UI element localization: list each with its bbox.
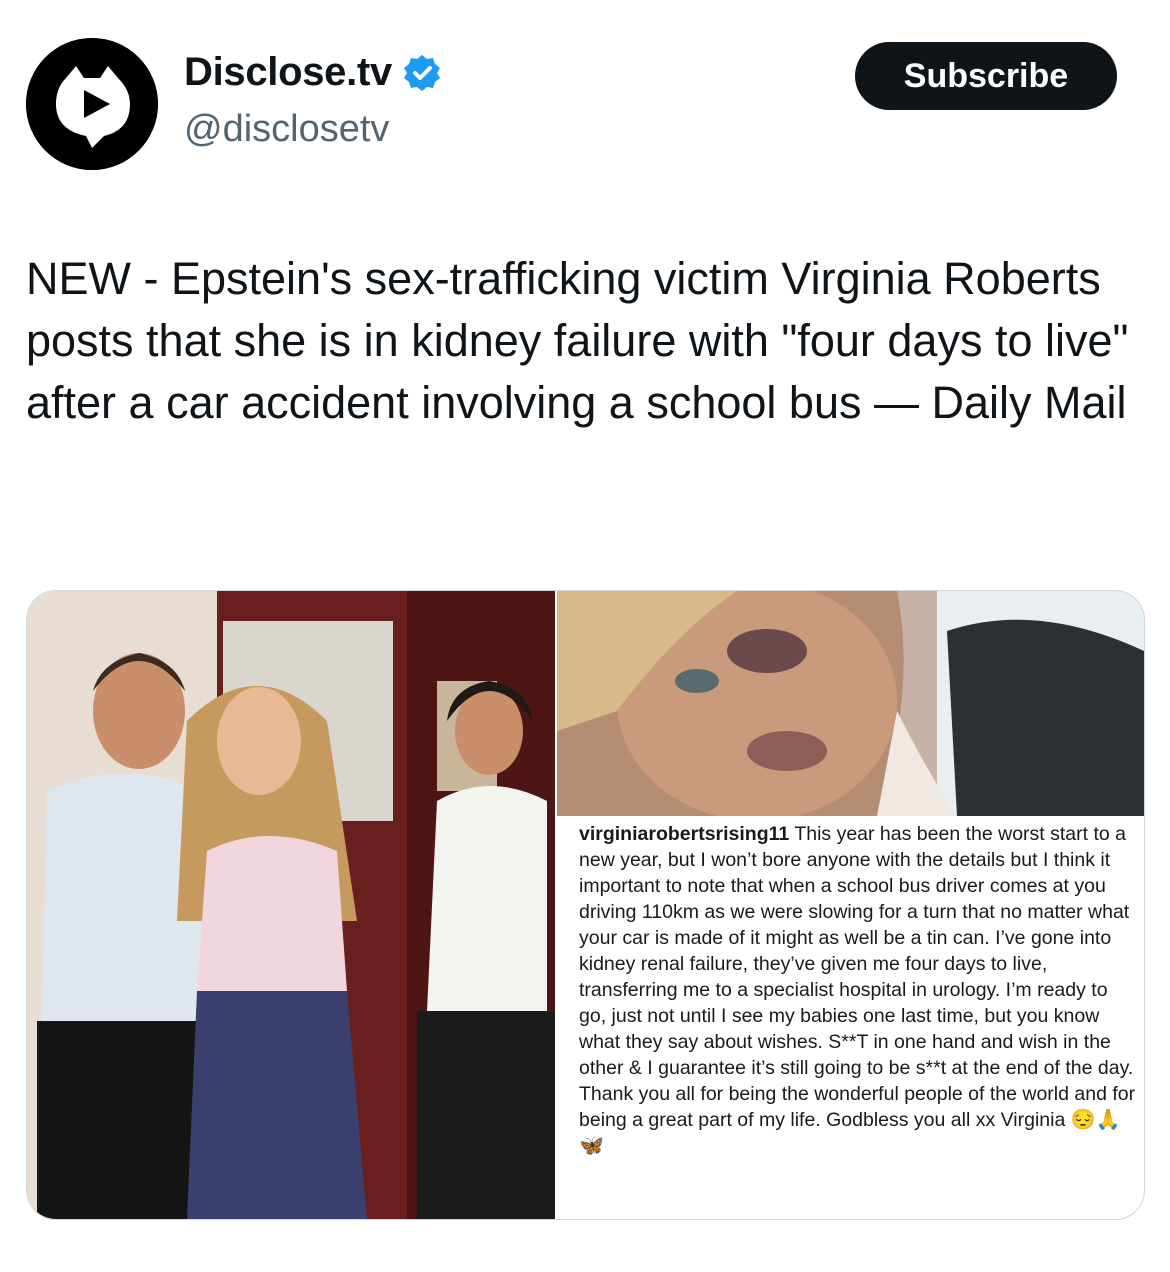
hospital-selfie-photo[interactable]	[557, 591, 1144, 816]
tweet-media[interactable]: virginiarobertsrising11 This year has be…	[26, 590, 1145, 1220]
caption-username[interactable]: virginiarobertsrising11	[579, 823, 789, 845]
subscribe-button[interactable]: Subscribe	[855, 42, 1117, 110]
account-avatar[interactable]	[26, 38, 158, 170]
group-photo[interactable]	[27, 591, 555, 1219]
tweet-text: NEW - Epstein's sex-trafficking victim V…	[26, 253, 1129, 428]
caption-text: This year has been the worst start to a …	[579, 823, 1136, 1131]
instagram-caption: virginiarobertsrising11 This year has be…	[579, 821, 1139, 1159]
account-handle[interactable]: @disclosetv	[184, 108, 389, 151]
account-name-row[interactable]: Disclose.tv	[184, 50, 442, 95]
display-name[interactable]: Disclose.tv	[184, 50, 392, 95]
verified-badge-icon	[402, 53, 442, 93]
disclose-logo-icon	[26, 38, 158, 170]
